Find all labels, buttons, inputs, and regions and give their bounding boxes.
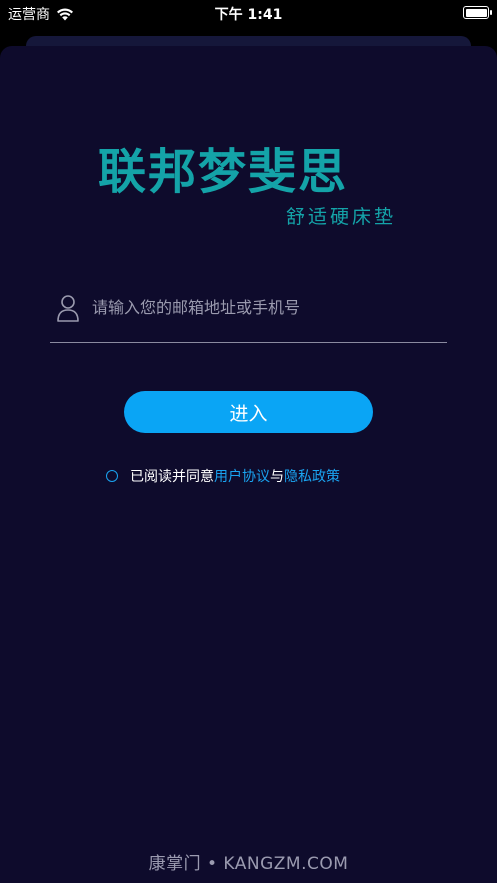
agreement-row: 已阅读并同意 用户协议 与 隐私政策 (106, 465, 340, 487)
watermark: 康掌门 • KANGZM.COM (148, 854, 349, 874)
enter-button[interactable]: 进入 (124, 391, 373, 433)
user-agreement-link[interactable]: 用户协议 (214, 466, 270, 486)
status-bar: 运营商 下午 1:41 (0, 0, 497, 28)
agreement-conjunction: 与 (270, 469, 284, 485)
account-input[interactable] (92, 292, 432, 322)
agreement-prefix: 已阅读并同意 (130, 469, 214, 485)
battery-level (465, 8, 487, 17)
brand-name: 联邦梦斐思 (98, 144, 349, 200)
radio-circle-icon[interactable] (106, 470, 118, 482)
brand-logo: 联邦梦斐思 舒适硬床垫 (98, 144, 398, 228)
privacy-policy-link[interactable]: 隐私政策 (284, 466, 340, 486)
status-time: 下午 1:41 (214, 7, 283, 23)
login-screen: 运营商 下午 1:41 联邦梦斐思 舒适硬床垫 进入 已阅读并同意 用户协议 与 (0, 0, 497, 883)
account-field (50, 288, 447, 343)
brand-slogan: 舒适硬床垫 (285, 206, 396, 228)
user-icon (57, 295, 79, 322)
battery-icon (463, 6, 492, 19)
